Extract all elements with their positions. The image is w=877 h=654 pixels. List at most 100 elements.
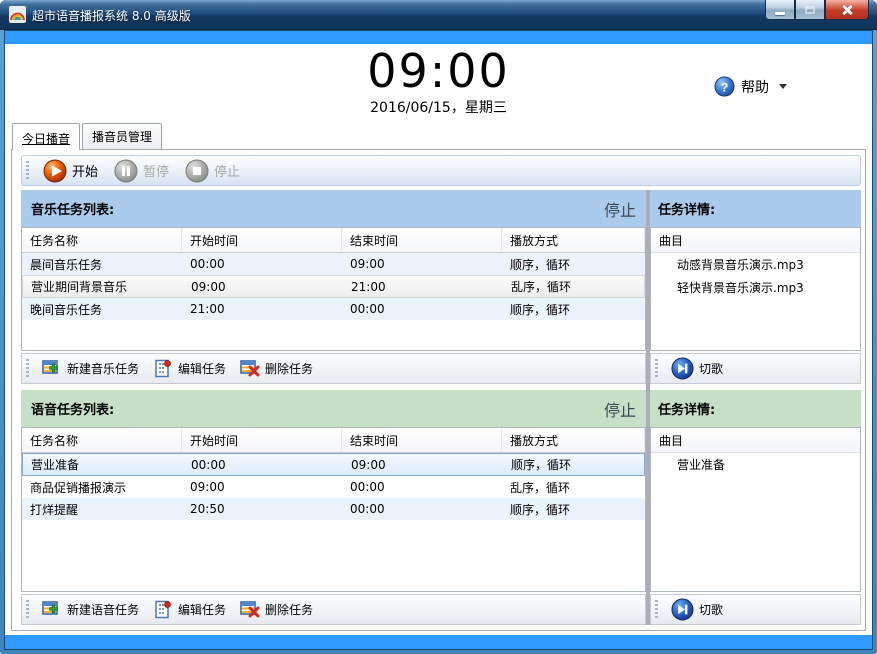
cell-start-time: 00:00 (182, 253, 342, 275)
title-bar[interactable]: 超市语音播报系统 8.0 高级版 (0, 0, 877, 30)
help-icon: ? (714, 76, 735, 97)
voice-task-row[interactable]: 打烊提醒 20:50 00:00 顺序，循环 (22, 498, 645, 520)
cell-play-mode: 乱序，循环 (503, 276, 644, 297)
cell-end-time: 00:00 (342, 498, 502, 520)
transport-toolbar: 开始 暂停 停止 (21, 155, 861, 186)
list-edit-icon (153, 359, 173, 379)
playlist-item[interactable]: 轻快背景音乐演示.mp3 (651, 276, 860, 299)
voice-buttons-toolbar: 新建语音任务 编辑任务 (21, 594, 646, 625)
column-header-end-time[interactable]: 结束时间 (342, 228, 502, 252)
tab-today-broadcast[interactable]: 今日播音 (12, 123, 80, 150)
music-section-header: 音乐任务列表: 停止 (21, 190, 646, 227)
column-header-play-mode[interactable]: 播放方式 (502, 428, 645, 452)
tab-strip: 今日播音 播音员管理 (5, 122, 872, 149)
column-header-start-time[interactable]: 开始时间 (182, 428, 342, 452)
cell-play-mode: 顺序，循环 (503, 454, 644, 475)
toolbar-gripper[interactable] (655, 359, 658, 379)
cell-task-name: 晨间音乐任务 (22, 253, 182, 275)
tab-page-today: 开始 暂停 停止 (11, 149, 866, 631)
edit-music-task-button[interactable]: 编辑任务 (146, 357, 233, 381)
edit-voice-task-button[interactable]: 编辑任务 (146, 598, 233, 622)
close-button[interactable] (825, 0, 869, 20)
cell-end-time: 00:00 (342, 298, 502, 320)
new-voice-task-button[interactable]: 新建语音任务 (35, 598, 146, 622)
music-task-row[interactable]: 晚间音乐任务 21:00 00:00 顺序，循环 (22, 298, 645, 320)
pause-circle-icon (114, 159, 138, 183)
table-delete-icon (240, 359, 260, 379)
tab-announcer-management[interactable]: 播音员管理 (82, 123, 162, 149)
column-header-play-mode[interactable]: 播放方式 (502, 228, 645, 252)
voice-skip-song-button[interactable]: 切歌 (664, 596, 730, 623)
voice-task-row[interactable]: 商品促销播报演示 09:00 00:00 乱序，循环 (22, 476, 645, 498)
voice-playlist-panel: 曲目 营业准备 (650, 427, 861, 592)
playlist-item[interactable]: 动感背景音乐演示.mp3 (651, 253, 860, 276)
music-details-header: 任务详情: (650, 190, 861, 227)
maximize-button[interactable] (795, 0, 825, 20)
music-buttons-toolbar: 新建音乐任务 编辑任务 (21, 353, 646, 384)
music-skip-song-button[interactable]: 切歌 (664, 355, 730, 382)
voice-playlist-header[interactable]: 曲目 (651, 428, 860, 453)
cell-task-name: 晚间音乐任务 (22, 298, 182, 320)
help-button[interactable]: ? 帮助 (714, 76, 787, 97)
music-status: 停止 (604, 197, 636, 221)
cell-task-name: 打烊提醒 (22, 498, 182, 520)
cell-end-time: 21:00 (343, 276, 503, 297)
voice-status: 停止 (604, 397, 636, 421)
maximize-icon (805, 6, 815, 14)
cell-play-mode: 乱序，循环 (502, 476, 645, 498)
cell-start-time: 21:00 (182, 298, 342, 320)
cell-play-mode: 顺序，循环 (502, 498, 645, 520)
client-area: 09:00 2016/06/15，星期三 ? 帮助 今日播音 (4, 30, 873, 650)
delete-music-task-button[interactable]: 删除任务 (233, 357, 320, 381)
music-task-row[interactable]: 晨间音乐任务 00:00 09:00 顺序，循环 (22, 253, 645, 275)
svg-text:?: ? (721, 80, 729, 94)
voice-task-row-selected[interactable]: 营业准备 00:00 09:00 顺序，循环 (22, 453, 645, 476)
toolbar-gripper[interactable] (26, 161, 29, 181)
table-delete-icon (240, 600, 260, 620)
window-title: 超市语音播报系统 8.0 高级版 (32, 7, 191, 24)
music-table-header: 任务名称 开始时间 结束时间 播放方式 (22, 228, 645, 253)
minimize-button[interactable] (765, 0, 795, 20)
bottom-accent-strip (5, 635, 872, 649)
playlist-item[interactable]: 营业准备 (651, 453, 860, 476)
play-circle-icon (43, 159, 67, 183)
music-playlist-panel: 曲目 动感背景音乐演示.mp3 轻快背景音乐演示.mp3 (650, 227, 861, 351)
column-header-start-time[interactable]: 开始时间 (182, 228, 342, 252)
cell-start-time: 00:00 (183, 454, 343, 475)
cell-task-name: 营业准备 (23, 454, 183, 475)
cell-end-time: 00:00 (342, 476, 502, 498)
toolbar-gripper[interactable] (655, 600, 658, 620)
clock-date: 2016/06/15，星期三 (5, 97, 872, 117)
music-section-title: 音乐任务列表: (31, 199, 114, 218)
column-header-task-name[interactable]: 任务名称 (22, 228, 182, 252)
new-music-task-button[interactable]: 新建音乐任务 (35, 357, 146, 381)
stop-button[interactable]: 停止 (177, 157, 248, 185)
toolbar-gripper[interactable] (26, 359, 29, 379)
music-skip-toolbar: 切歌 (650, 353, 861, 384)
stop-circle-icon (185, 159, 209, 183)
main-grid: 音乐任务列表: 停止 任务详情: 任务名称 开始时间 结束时间 播放方式 (21, 190, 861, 625)
chevron-down-icon (779, 84, 787, 89)
music-task-row-selected[interactable]: 营业期间背景音乐 09:00 21:00 乱序，循环 (22, 275, 645, 298)
delete-voice-task-button[interactable]: 删除任务 (233, 598, 320, 622)
cell-start-time: 09:00 (183, 276, 343, 297)
help-label: 帮助 (741, 77, 769, 97)
start-button[interactable]: 开始 (35, 157, 106, 185)
table-plus-icon (42, 600, 62, 620)
table-plus-icon (42, 359, 62, 379)
app-window: 超市语音播报系统 8.0 高级版 09:00 2016/06/15，星期三 ? (0, 0, 877, 654)
voice-skip-toolbar: 切歌 (650, 594, 861, 625)
music-details-title: 任务详情: (658, 199, 715, 218)
toolbar-gripper[interactable] (26, 600, 29, 620)
minimize-icon (775, 12, 785, 15)
cell-task-name: 商品促销播报演示 (22, 476, 182, 498)
cell-task-name: 营业期间背景音乐 (23, 276, 183, 297)
column-header-end-time[interactable]: 结束时间 (342, 428, 502, 452)
cell-play-mode: 顺序，循环 (502, 298, 645, 320)
column-header-task-name[interactable]: 任务名称 (22, 428, 182, 452)
voice-section-title: 语音任务列表: (31, 399, 114, 418)
window-frame: 09:00 2016/06/15，星期三 ? 帮助 今日播音 (0, 30, 877, 654)
pause-button[interactable]: 暂停 (106, 157, 177, 185)
music-playlist-header[interactable]: 曲目 (651, 228, 860, 253)
skip-next-circle-icon (671, 357, 694, 380)
